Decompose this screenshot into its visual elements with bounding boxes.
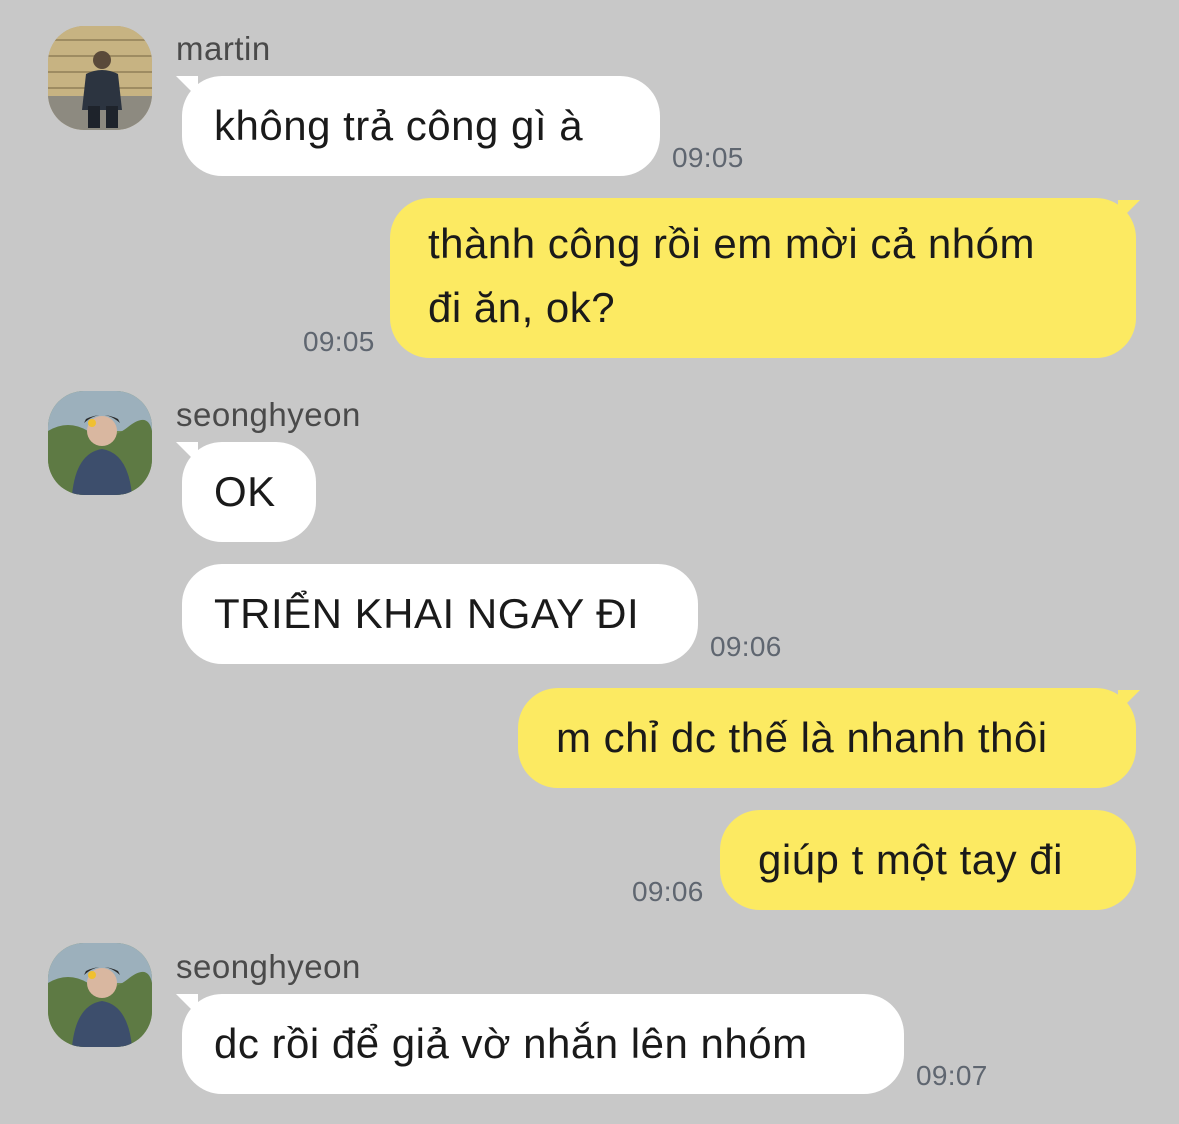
message-time: 09:05: [672, 142, 744, 173]
message-bubble[interactable]: không trả công gì à: [182, 76, 660, 176]
avatar-seonghyeon[interactable]: [48, 943, 152, 1047]
message-bubble[interactable]: giúp t một tay đi: [720, 810, 1136, 910]
avatar-martin[interactable]: [48, 26, 152, 130]
message-text-line: đi ăn, ok?: [428, 284, 616, 331]
sender-name: martin: [176, 30, 271, 67]
message-bubble[interactable]: OK: [182, 442, 316, 542]
message-bubble[interactable]: m chỉ dc thế là nhanh thôi: [518, 688, 1136, 788]
message-time: 09:07: [916, 1060, 988, 1091]
message-bubble[interactable]: TRIỂN KHAI NGAY ĐI: [182, 564, 698, 664]
sender-name: seonghyeon: [176, 396, 361, 433]
bubble-tail: [1118, 690, 1140, 712]
message-bubble[interactable]: dc rồi để giả vờ nhắn lên nhóm: [182, 994, 904, 1094]
message-text-line: thành công rồi em mời cả nhóm: [428, 220, 1035, 267]
bubble-tail: [1118, 200, 1140, 222]
sender-name: seonghyeon: [176, 948, 361, 985]
message-bubble[interactable]: thành công rồi em mời cả nhóm đi ăn, ok?: [390, 198, 1136, 358]
message-time: 09:06: [710, 631, 782, 662]
message-time: 09:05: [303, 326, 375, 357]
avatar-seonghyeon[interactable]: [48, 391, 152, 495]
message-time: 09:06: [632, 876, 704, 907]
